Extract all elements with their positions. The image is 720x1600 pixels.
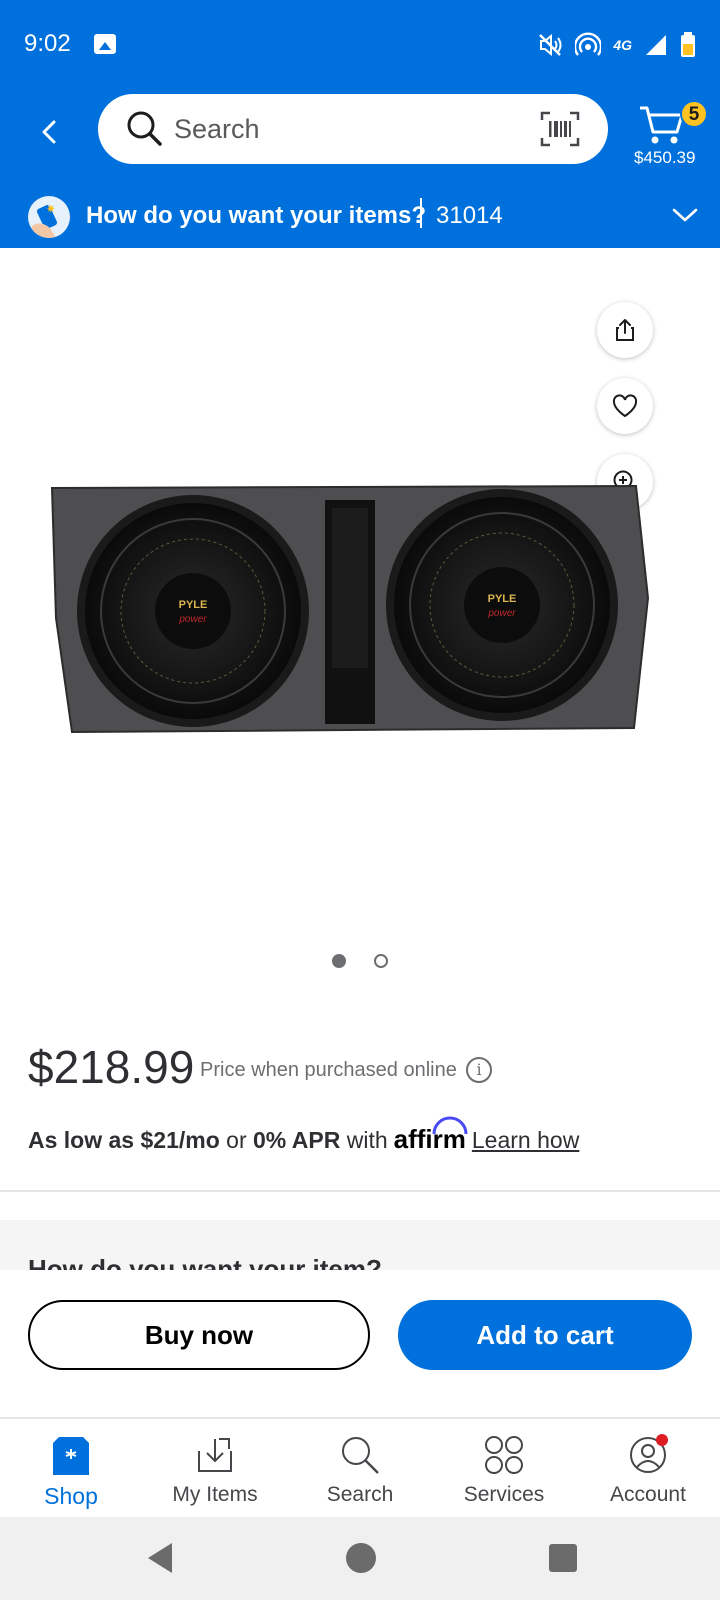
- info-icon[interactable]: i: [466, 1057, 492, 1083]
- financing-row: As low as $21/mo or 0% APR with affirm L…: [28, 1116, 579, 1155]
- fulfillment-heading: How do you want your item?: [28, 1254, 382, 1270]
- search-input[interactable]: [174, 106, 494, 152]
- network-label: 4G: [613, 37, 632, 53]
- nav-my-items[interactable]: My Items: [145, 1433, 285, 1517]
- system-navigation-bar: [0, 1517, 720, 1600]
- section-divider: [0, 1190, 720, 1192]
- system-home-button[interactable]: [346, 1543, 376, 1573]
- system-back-button[interactable]: [144, 1541, 174, 1575]
- services-icon: [485, 1436, 523, 1474]
- notification-dot: [656, 1434, 668, 1446]
- financing-apr: 0% APR: [253, 1127, 341, 1153]
- header: 5 $450.39 How do you want your items? 31…: [0, 90, 720, 248]
- my-items-icon: [198, 1438, 232, 1472]
- svg-text:PYLE: PYLE: [488, 593, 517, 605]
- fulfillment-section: How do you want your item?: [0, 1220, 720, 1270]
- affirm-arc-icon: [432, 1116, 468, 1135]
- status-icons: 4G: [537, 30, 696, 60]
- nav-services[interactable]: Services: [434, 1433, 574, 1517]
- divider: [420, 198, 422, 228]
- add-to-cart-button[interactable]: Add to cart: [398, 1300, 692, 1370]
- account-icon: [630, 1434, 668, 1473]
- hotspot-icon: [575, 32, 602, 56]
- purchase-actions: Buy now Add to cart: [0, 1270, 720, 1417]
- status-time: 9:02: [24, 30, 71, 57]
- nav-my-items-label: My Items: [172, 1483, 258, 1506]
- nav-services-label: Services: [463, 1483, 545, 1506]
- svg-text:power: power: [487, 608, 516, 619]
- nav-search[interactable]: Search: [290, 1433, 430, 1517]
- shop-icon: [53, 1437, 89, 1475]
- zip-code: 31014: [436, 202, 503, 229]
- heart-icon: [612, 394, 638, 418]
- back-button[interactable]: [30, 112, 70, 152]
- buy-now-button[interactable]: Buy now: [28, 1300, 370, 1370]
- nav-shop-label: Shop: [44, 1483, 98, 1509]
- share-icon: [616, 319, 634, 341]
- product-image-carousel[interactable]: PYLE power PYLE power: [0, 248, 720, 1008]
- affirm-logo: affirm: [394, 1116, 468, 1155]
- delivery-avatar-icon: [28, 196, 70, 238]
- nav-account[interactable]: Account: [578, 1433, 718, 1517]
- nav-shop[interactable]: Shop: [1, 1433, 141, 1517]
- system-recents-button[interactable]: [549, 1544, 577, 1572]
- bottom-navigation: Shop My Items Search Services Account: [0, 1417, 720, 1517]
- search-bar[interactable]: [98, 94, 608, 164]
- favorite-button[interactable]: [597, 378, 653, 434]
- financing-prefix: As low as: [28, 1127, 135, 1153]
- delivery-selector[interactable]: How do you want your items? 31014: [0, 186, 720, 248]
- status-bar: 9:02 4G: [0, 0, 720, 90]
- signal-icon: [646, 35, 666, 55]
- financing-monthly: $21/mo: [140, 1127, 220, 1153]
- price-note: Price when purchased online: [200, 1059, 457, 1081]
- chevron-down-icon: [672, 208, 698, 222]
- 4g-lte-icon: 4G: [613, 38, 632, 52]
- chevron-left-icon: [42, 120, 56, 144]
- search-icon: [127, 111, 162, 146]
- mute-icon: [539, 33, 562, 57]
- learn-how-link[interactable]: Learn how: [472, 1127, 579, 1154]
- gallery-icon: [94, 34, 116, 54]
- nav-search-label: Search: [326, 1483, 394, 1506]
- barcode-scan-button[interactable]: [540, 110, 580, 148]
- share-button[interactable]: [597, 302, 653, 358]
- carousel-indicator: [0, 954, 720, 968]
- delivery-question: How do you want your items?: [86, 202, 427, 229]
- carousel-dot[interactable]: [374, 954, 388, 968]
- cart-icon: [640, 106, 684, 144]
- cart-count-badge: 5: [680, 100, 708, 128]
- financing-or: or: [226, 1127, 247, 1153]
- nav-account-label: Account: [610, 1483, 686, 1506]
- carousel-dot-active[interactable]: [332, 954, 346, 968]
- battery-icon: [681, 32, 695, 57]
- financing-with: with: [346, 1127, 388, 1153]
- svg-text:PYLE: PYLE: [179, 599, 208, 611]
- cart-total: $450.39: [634, 148, 696, 167]
- product-price: $218.99: [28, 1041, 195, 1093]
- svg-text:power: power: [178, 614, 207, 625]
- product-image: PYLE power PYLE power: [50, 484, 650, 734]
- barcode-icon: [540, 111, 580, 147]
- search-icon: [342, 1437, 379, 1474]
